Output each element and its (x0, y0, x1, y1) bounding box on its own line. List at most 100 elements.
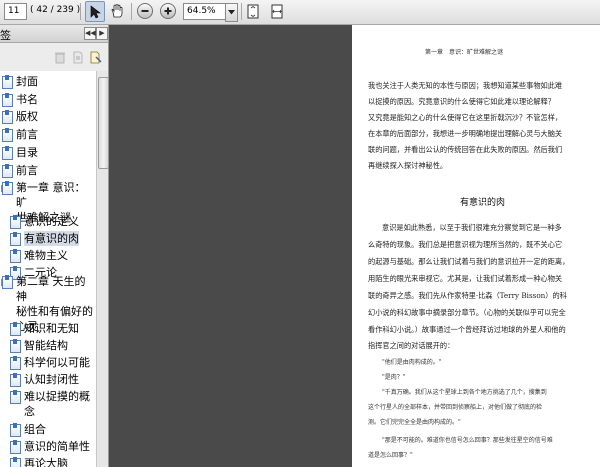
bookmark-item[interactable]: 封面 (2, 74, 38, 89)
toolbar-separator (131, 3, 132, 20)
bookmark-label: 再论大脑 (24, 457, 68, 467)
dialog-line: "他们是由肉构成的。" (382, 359, 442, 366)
bookmark-item[interactable]: 前言 (2, 127, 38, 142)
new-bookmark-icon[interactable] (72, 51, 84, 64)
bookmark-label: 书名 (16, 93, 38, 106)
body-line: 再继续探入探讨神秘性。 (368, 161, 448, 170)
document-canvas[interactable]: 第一章 意识：旷世难解之谜 我也关注于人类无知的本性与原因；我想知道某些事物如此… (109, 25, 600, 467)
panel-header: 签 ◀◀ ▶ (0, 25, 108, 43)
fit-width-icon (271, 4, 283, 18)
body-line: 又究竟是能知之心的什么使得它在这里折戟沉沙？不管怎样， (368, 113, 563, 122)
zoom-dropdown-button[interactable] (225, 3, 238, 22)
body-line: 用陌生的眼光来审视它。尤其是，让我们试着形成一种心物关 (368, 274, 563, 283)
body-line: 的起源与基础。那么让我们试着与我们的意识拉开一定的距离， (368, 257, 570, 266)
bookmark-item[interactable]: 知识和无知 (10, 321, 79, 336)
bookmark-item[interactable]: 难物主义 (10, 248, 68, 263)
body-line: 联的问题，并看出公认的传统回答在此失败的原因。然后我们 (368, 145, 563, 154)
zoom-level-input[interactable]: 64.5% (183, 3, 228, 20)
body-line: 在本章的后面部分，我想进一步明确地提出理解心灵与大脑关 (368, 129, 563, 138)
bookmark-label: 知识和无知 (24, 322, 79, 335)
bookmark-item[interactable]: 书名 (2, 92, 38, 107)
dialog-line: 这个行星人的全部样本，并带回到侦察船上，对他们做了彻底的检 (368, 404, 543, 411)
bookmark-item[interactable]: 版权 (2, 109, 38, 124)
fit-width-button[interactable] (268, 2, 286, 20)
bookmark-icon (10, 232, 21, 246)
fit-page-button[interactable] (244, 2, 262, 20)
bookmark-icon (10, 322, 21, 336)
panel-tools (0, 43, 108, 72)
bookmark-item-selected[interactable]: 有意识的肉 (10, 231, 79, 246)
bookmark-icon (10, 440, 21, 454)
bookmark-icon (2, 75, 13, 89)
dialog-line: "那是不可能的。难道你也信号怎么回事？那些发往星空的信号难 (382, 437, 553, 444)
bookmark-item[interactable]: 目录 (2, 145, 38, 160)
dialog-line: "千真万确。我们从这个星球上到各个地方挑选了几个，搜集到 (382, 389, 547, 396)
dialog-line: 道是怎么回事？" (368, 452, 413, 459)
body-line: 幻小说的科幻故事中摘录部分章节。（心物的关联似乎可以完全 (368, 308, 566, 317)
bookmark-icon (2, 164, 13, 178)
close-panel-button[interactable]: ▶ (96, 27, 108, 40)
body-line: 以捉摸的原因。究竟意识的什么使得它如此难以理论解释？ (368, 97, 555, 106)
scrollbar-thumb[interactable] (98, 77, 108, 169)
bookmark-icon (2, 181, 13, 195)
select-tool-button[interactable] (85, 1, 105, 22)
dropdown-icon (228, 10, 235, 15)
bookmark-icon (2, 146, 13, 160)
panel-title: 签 (0, 29, 11, 42)
body-line: 意识是如此熟悉，以至于我们很难充分察觉到它是一种多 (382, 223, 562, 232)
delete-bookmark-icon[interactable] (54, 51, 66, 64)
zoom-out-button[interactable] (136, 2, 154, 20)
bookmark-label: 组合 (24, 423, 46, 436)
zoom-out-icon (137, 3, 153, 19)
running-head: 第一章 意识：旷世难解之谜 (425, 49, 504, 56)
bookmark-label: 意识的简单性 (24, 440, 90, 453)
bookmark-item[interactable]: 智能结构 (10, 338, 68, 353)
page-number-input[interactable]: 11 (4, 3, 27, 20)
hand-tool-button[interactable] (108, 2, 126, 20)
bookmark-label: 版权 (16, 110, 38, 123)
bookmark-item[interactable]: 意识的简单性 (10, 439, 90, 454)
bookmark-item[interactable]: 难以捉摸的概念 (10, 389, 90, 419)
bookmark-icon (10, 215, 21, 229)
bookmark-icon (10, 356, 21, 370)
bookmark-item[interactable]: 再论大脑 (10, 456, 68, 467)
bookmark-item[interactable]: 组合 (10, 422, 46, 437)
bookmark-item[interactable]: 科学何以可能 (10, 355, 90, 370)
bookmark-label: 难以捉摸的概念 (24, 390, 90, 418)
zoom-in-icon (160, 3, 176, 19)
bookmark-icon (10, 249, 21, 263)
bookmark-item[interactable]: 认知封闭性 (10, 372, 79, 387)
bookmark-label: 意识的定义 (24, 215, 79, 228)
bookmark-label: 封面 (16, 75, 38, 88)
collapse-panel-button[interactable]: ◀◀ (84, 27, 96, 40)
bookmark-icon (10, 390, 21, 404)
hand-tool-icon (111, 4, 123, 18)
bookmark-scrollbar[interactable] (96, 71, 108, 467)
bookmark-icon (10, 423, 21, 437)
section-title: 有意识的肉 (460, 198, 506, 208)
dialog-line: "是肉？" (382, 374, 406, 381)
bookmark-label: 有意识的肉 (24, 231, 79, 246)
bookmark-label: 认知封闭性 (24, 373, 79, 386)
bookmark-list: 封面 书名 版权 前言 目录 前言 − 第一章 意识：旷世难解之谜 (0, 71, 96, 467)
bookmark-label: 前言 (16, 128, 38, 141)
bookmark-icon (2, 128, 13, 142)
bookmark-icon (10, 339, 21, 353)
document-page: 第一章 意识：旷世难解之谜 我也关注于人类无知的本性与原因；我想知道某些事物如此… (352, 25, 600, 467)
select-tool-icon (90, 4, 101, 18)
toolbar-separator (80, 3, 81, 20)
bookmark-label: 难物主义 (24, 249, 68, 262)
dialog-line: 测。它们完完全全是由肉构成的。" (368, 419, 461, 426)
bookmark-item[interactable]: 意识的定义 (10, 214, 79, 229)
fit-page-icon (247, 4, 259, 18)
zoom-in-button[interactable] (159, 2, 177, 20)
bookmark-item[interactable]: 前言 (2, 163, 38, 178)
bookmarks-panel: 签 ◀◀ ▶ 封面 书名 版权 前言 目录 前言 第一章 意识：旷 世难解之谜 … (0, 25, 109, 467)
bookmark-options-icon[interactable] (90, 51, 102, 64)
bookmark-label: 科学何以可能 (24, 356, 90, 369)
bookmark-icon (10, 457, 21, 467)
body-line: 看作科幻小说。）故事通过一个曾经拜访过地球的外星人和他的 (368, 325, 566, 334)
toolbar: 11 ( 42 / 239 ) 64.5% (0, 0, 600, 25)
bookmark-icon (10, 373, 21, 387)
body-line: 联的奇异之感。我们先从作家特里·比森（Terry Bisson）的科 (368, 291, 567, 300)
